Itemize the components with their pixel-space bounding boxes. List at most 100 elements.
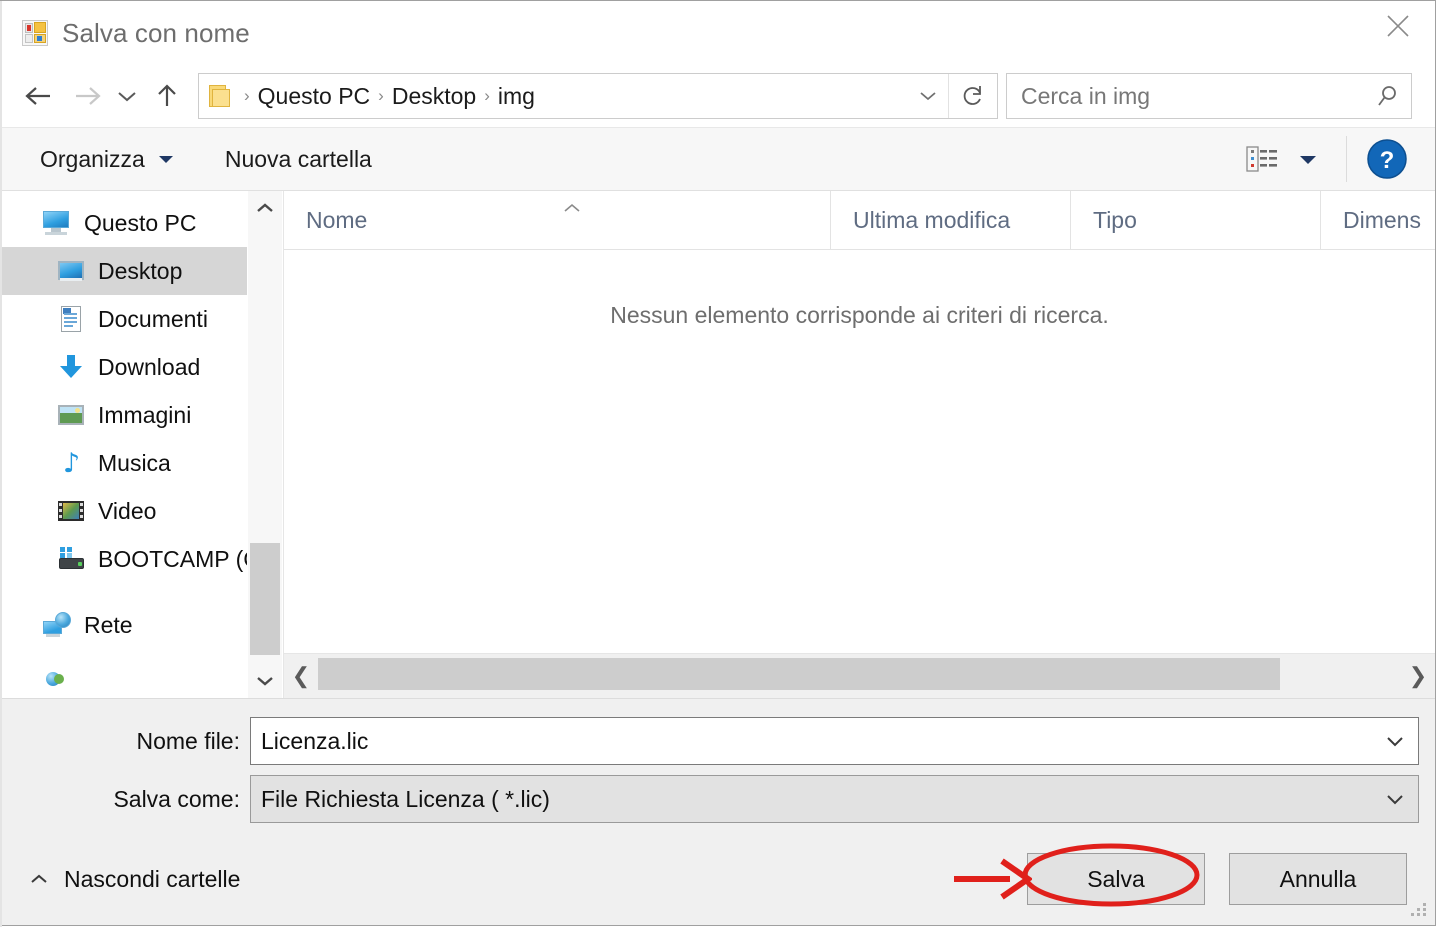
empty-list-message: Nessun elemento corrisponde ai criteri d… — [610, 302, 1109, 328]
change-view-button[interactable] — [1242, 139, 1282, 179]
filename-field[interactable]: Licenza.lic — [250, 717, 1419, 765]
sidebar-item-label: Download — [98, 353, 201, 380]
refresh-icon — [963, 86, 981, 105]
up-button[interactable] — [146, 75, 188, 117]
toolbar-divider — [1346, 136, 1347, 182]
column-label: Dimens — [1343, 206, 1421, 233]
navpane-scroll-track[interactable] — [248, 225, 282, 664]
filetype-select[interactable]: File Richiesta Licenza ( *.lic) — [251, 786, 1372, 813]
chevron-down-icon — [118, 92, 136, 102]
search-icon — [1378, 86, 1396, 106]
sidebar-item-label: Questo PC — [84, 209, 197, 236]
column-header-dimensione[interactable]: Dimens — [1320, 191, 1435, 249]
column-label: Ultima modifica — [853, 206, 1011, 233]
hscroll-left-button[interactable]: ❮ — [284, 663, 318, 689]
close-icon — [1387, 15, 1409, 37]
filetype-label: Salva come: — [113, 785, 240, 812]
file-list-horizontal-scrollbar[interactable]: ❮ ❯ — [284, 653, 1435, 698]
filetype-dropdown-button[interactable] — [1372, 791, 1418, 807]
address-dropdown-button[interactable] — [908, 74, 948, 118]
column-header-row: Nome Ultima modifica Tipo Dimens — [284, 191, 1435, 250]
search-box[interactable]: Cerca in img — [1006, 73, 1412, 119]
sidebar-item-label: Documenti — [98, 305, 208, 332]
sidebar-item-partial-cutoff[interactable] — [0, 649, 282, 697]
hide-folders-label: Nascondi cartelle — [64, 865, 241, 892]
homegroup-icon — [42, 658, 72, 688]
organize-button[interactable]: Organizza — [26, 128, 189, 190]
new-folder-button[interactable]: Nuova cartella — [211, 128, 386, 190]
column-header-nome[interactable]: Nome — [284, 191, 830, 249]
hide-folders-button[interactable]: Nascondi cartelle — [28, 866, 240, 893]
recent-locations-button[interactable] — [110, 75, 144, 117]
view-details-icon — [1246, 146, 1277, 172]
refresh-button[interactable] — [948, 74, 997, 118]
sidebar-item-documenti[interactable]: Documenti — [0, 295, 282, 343]
filename-input[interactable]: Licenza.lic — [251, 728, 1372, 755]
hscroll-track[interactable] — [318, 654, 1401, 698]
sidebar-item-download[interactable]: Download — [0, 343, 282, 391]
folder-icon — [209, 85, 235, 107]
save-as-dialog: Salva con nome › Questo PC › Desktop › i… — [0, 0, 1436, 927]
new-folder-label: Nuova cartella — [224, 145, 372, 172]
filename-dropdown-button[interactable] — [1372, 733, 1418, 749]
chevron-down-icon — [1387, 795, 1403, 805]
hscroll-right-button[interactable]: ❯ — [1401, 663, 1435, 689]
documents-icon — [56, 304, 86, 334]
sidebar-item-video[interactable]: Video — [0, 487, 282, 535]
sidebar-item-immagini[interactable]: Immagini — [0, 391, 282, 439]
help-button[interactable]: ? — [1365, 137, 1409, 181]
close-button[interactable] — [1361, 1, 1435, 51]
filetype-field[interactable]: File Richiesta Licenza ( *.lic) — [250, 775, 1419, 823]
search-input[interactable]: Cerca in img — [1007, 83, 1365, 110]
navpane-scrollbar[interactable] — [247, 191, 282, 698]
filename-row: Nome file: Licenza.lic — [0, 717, 1435, 765]
desktop-icon — [56, 256, 86, 286]
caret-down-icon — [1300, 155, 1316, 164]
view-options-button[interactable] — [1288, 139, 1328, 179]
filetype-row: Salva come: File Richiesta Licenza ( *.l… — [0, 775, 1435, 823]
sidebar-item-bootcamp-c[interactable]: BOOTCAMP (C:) — [0, 535, 282, 583]
sidebar-item-desktop[interactable]: Desktop — [0, 247, 282, 295]
column-label: Nome — [306, 206, 368, 233]
title-bar: Salva con nome — [0, 1, 1435, 65]
breadcrumb-item-1[interactable]: Desktop — [387, 83, 481, 110]
chevron-up-icon — [28, 872, 50, 886]
column-header-tipo[interactable]: Tipo — [1070, 191, 1320, 249]
navigation-pane: Questo PC Desktop Documenti Download Imm… — [0, 191, 283, 698]
chevron-down-icon — [257, 677, 273, 686]
column-header-ultima-modifica[interactable]: Ultima modifica — [830, 191, 1070, 249]
command-bar: Organizza Nuova cartella ? — [0, 127, 1435, 191]
address-bar[interactable]: › Questo PC › Desktop › img — [198, 73, 998, 119]
chevron-up-icon — [257, 203, 273, 212]
back-button[interactable] — [18, 75, 60, 117]
sidebar-item-musica[interactable]: ♪ Musica — [0, 439, 282, 487]
sidebar-item-label: Desktop — [98, 257, 183, 284]
sidebar-item-rete[interactable]: Rete — [0, 601, 282, 649]
caret-down-icon — [157, 153, 175, 165]
breadcrumb-item-0[interactable]: Questo PC — [253, 83, 376, 110]
navpane-scroll-thumb[interactable] — [250, 543, 280, 655]
sidebar-item-label: Rete — [84, 611, 133, 638]
cancel-button[interactable]: Annulla — [1229, 853, 1407, 905]
pictures-icon — [56, 400, 86, 430]
dialog-actions: Nascondi cartelle Salva Annulla — [0, 833, 1435, 925]
hscroll-thumb[interactable] — [318, 658, 1280, 690]
arrow-up-icon — [158, 84, 176, 106]
sidebar-item-label: Musica — [98, 449, 171, 476]
window-left-edge — [0, 1, 2, 927]
breadcrumb-item-2[interactable]: img — [493, 83, 540, 110]
organize-label: Organizza — [40, 145, 145, 172]
dialog-footer: Nome file: Licenza.lic Salva come: File … — [0, 698, 1435, 925]
forward-button[interactable] — [66, 75, 108, 117]
filename-label: Nome file: — [136, 727, 240, 754]
save-button[interactable]: Salva — [1027, 853, 1205, 905]
help-question-icon: ? — [1367, 139, 1407, 179]
breadcrumb-separator: › — [244, 86, 250, 105]
search-button[interactable] — [1365, 83, 1411, 109]
scroll-down-button[interactable] — [248, 664, 282, 698]
arrow-left-icon — [25, 87, 50, 105]
scroll-up-button[interactable] — [248, 191, 282, 225]
file-list-pane: Nome Ultima modifica Tipo Dimens Nessun … — [283, 191, 1435, 698]
resize-grip-icon[interactable] — [1411, 903, 1427, 919]
sidebar-item-questo-pc[interactable]: Questo PC — [0, 199, 282, 247]
